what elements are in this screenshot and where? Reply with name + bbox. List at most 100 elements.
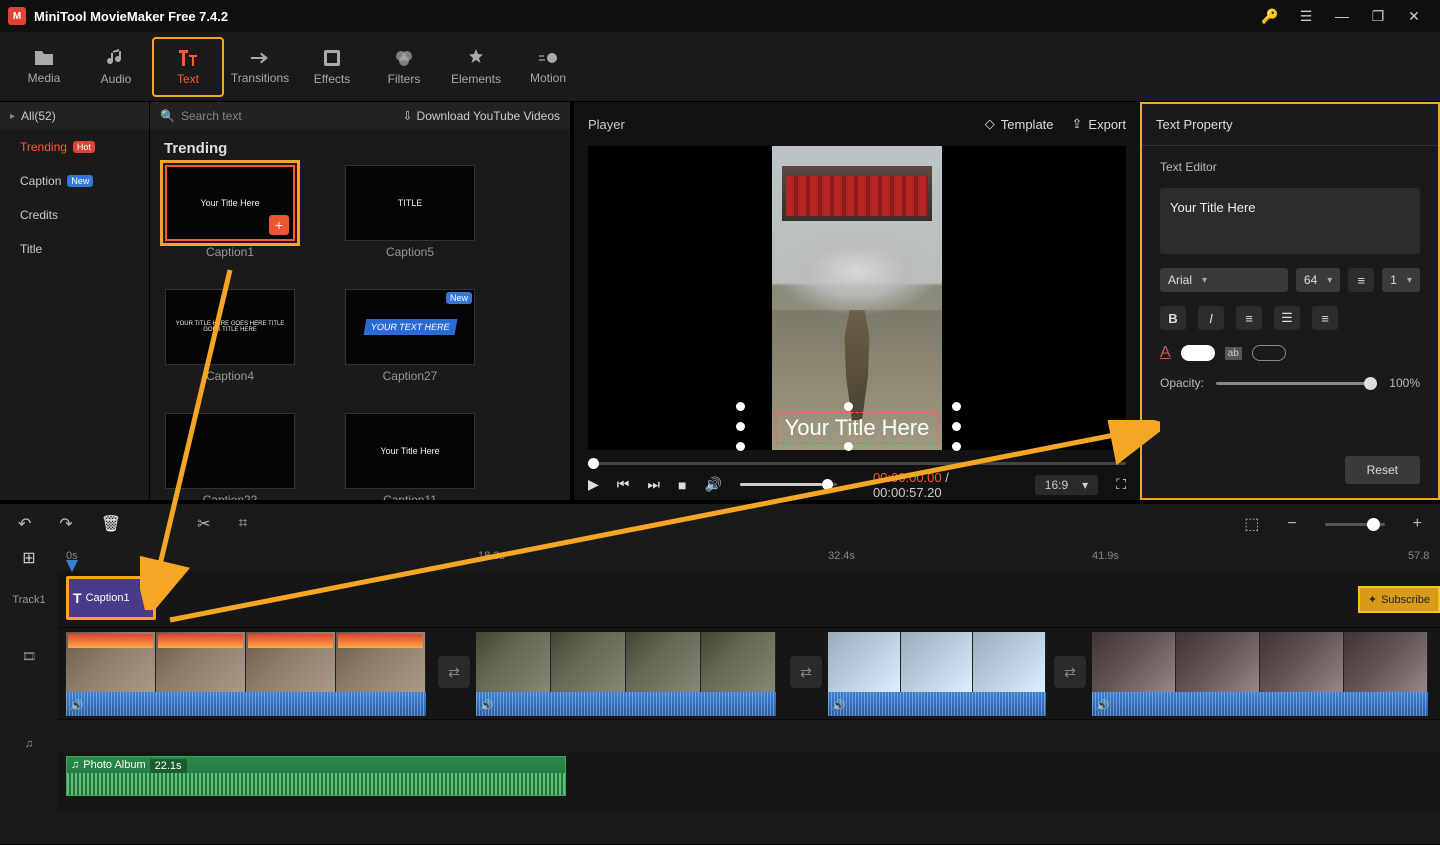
- opacity-value: 100%: [1389, 376, 1420, 390]
- category-caption[interactable]: CaptionNew: [0, 164, 149, 198]
- timeline-toolbar: ↶ ↷ 🗑 ✂ ⌗ ⬚ − +: [0, 500, 1440, 544]
- zoom-out-button[interactable]: −: [1287, 515, 1296, 533]
- split-button[interactable]: ✂: [197, 514, 210, 534]
- prev-frame-button[interactable]: ⏮: [617, 476, 630, 493]
- maximize-button[interactable]: ❐: [1360, 0, 1396, 32]
- search-input[interactable]: 🔍 Search text: [160, 109, 392, 123]
- redo-button[interactable]: ↷: [59, 514, 72, 534]
- video-clip[interactable]: 🔊: [828, 632, 1046, 716]
- audio-track[interactable]: ♫Photo Album 22.1s: [58, 752, 1440, 812]
- ruler-mark: 32.4s: [828, 550, 855, 562]
- category-credits[interactable]: Credits: [0, 198, 149, 232]
- align-center-button[interactable]: ☰: [1274, 306, 1300, 330]
- ruler-mark: 0s: [66, 550, 78, 562]
- minimize-button[interactable]: ―: [1324, 0, 1360, 32]
- text-overlay[interactable]: Your Title Here: [776, 412, 939, 444]
- tab-filters[interactable]: Filters: [368, 37, 440, 97]
- chevron-down-icon: ▾: [1082, 478, 1088, 492]
- video-track[interactable]: 🔊🔊🔊🔊⇄⇄⇄: [58, 628, 1440, 720]
- thumb-caption11[interactable]: Your Title HereCaption11: [340, 413, 480, 500]
- italic-button[interactable]: I: [1198, 306, 1224, 330]
- text-editor-label: Text Editor: [1160, 160, 1420, 174]
- fullscreen-button[interactable]: ⛶: [1116, 476, 1126, 493]
- ruler-mark: 18.3s: [478, 550, 505, 562]
- line-spacing-select[interactable]: 1: [1382, 268, 1420, 292]
- undo-button[interactable]: ↶: [18, 514, 31, 534]
- next-frame-button[interactable]: ⏭: [647, 476, 660, 493]
- category-all[interactable]: All(52): [0, 102, 149, 130]
- align-left-button[interactable]: ≡: [1236, 306, 1262, 330]
- download-youtube-link[interactable]: ⇩ Download YouTube Videos: [402, 109, 560, 123]
- thumb-caption5[interactable]: TITLECaption5: [340, 165, 480, 259]
- video-clip[interactable]: 🔊: [476, 632, 776, 716]
- app-logo: M: [8, 7, 26, 25]
- thumb-caption1[interactable]: Your Title Here+Caption1: [160, 165, 300, 259]
- export-button[interactable]: ⇪Export: [1072, 116, 1126, 132]
- aspect-ratio-select[interactable]: 16:9▾: [1035, 475, 1098, 495]
- template-button[interactable]: ◇Template: [985, 116, 1054, 132]
- snap-toggle[interactable]: ⬚: [1244, 514, 1259, 534]
- track1-label: Track1: [0, 572, 58, 628]
- tab-effects[interactable]: Effects: [296, 37, 368, 97]
- bold-button[interactable]: B: [1160, 306, 1186, 330]
- highlight-color-label: ab: [1225, 347, 1242, 360]
- thumb-caption27[interactable]: NewYOUR TEXT HERECaption27: [340, 289, 480, 383]
- opacity-slider[interactable]: [1216, 382, 1377, 385]
- category-title[interactable]: Title: [0, 232, 149, 266]
- add-icon[interactable]: +: [269, 215, 289, 235]
- audio-track-icon: ♫: [0, 716, 58, 772]
- preview-area[interactable]: Your Title Here: [588, 146, 1126, 450]
- tab-media[interactable]: Media: [8, 37, 80, 97]
- video-clip[interactable]: 🔊: [1092, 632, 1428, 716]
- volume-slider[interactable]: [740, 483, 837, 486]
- tab-motion[interactable]: Motion: [512, 37, 584, 97]
- add-track-button[interactable]: ⊞: [0, 544, 58, 572]
- titlebar: M MiniTool MovieMaker Free 7.4.2 🔑 ☰ ― ❐…: [0, 0, 1440, 32]
- font-select[interactable]: Arial: [1160, 268, 1288, 292]
- upgrade-key-icon[interactable]: 🔑: [1252, 0, 1288, 32]
- stop-button[interactable]: ■: [678, 477, 686, 493]
- volume-icon[interactable]: 🔊: [704, 476, 721, 493]
- thumb-caption4[interactable]: YOUR TITLE HERE GOES HERE TITLE GOES TIT…: [160, 289, 300, 383]
- zoom-slider[interactable]: [1325, 523, 1385, 526]
- export-icon: ⇪: [1072, 116, 1083, 132]
- seek-bar[interactable]: [588, 454, 1126, 469]
- category-trending[interactable]: TrendingHot: [0, 130, 149, 164]
- font-size-select[interactable]: 64: [1296, 268, 1340, 292]
- crop-button[interactable]: ⌗: [239, 515, 248, 533]
- highlight-color-picker[interactable]: [1252, 345, 1286, 361]
- play-button[interactable]: ▶: [588, 476, 599, 493]
- align-right-button[interactable]: ≡: [1312, 306, 1338, 330]
- ruler-mark: 41.9s: [1092, 550, 1119, 562]
- delete-button[interactable]: 🗑: [101, 514, 121, 534]
- video-clip[interactable]: 🔊: [66, 632, 426, 716]
- text-property-panel: Text Property Text Editor Arial 64 ≡ 1 B…: [1140, 102, 1440, 500]
- timeline: ⊞ Track1 🎞 ♫ 0s18.3s32.4s41.9s57.8 TCapt…: [0, 544, 1440, 844]
- audio-clip[interactable]: ♫Photo Album 22.1s: [66, 756, 566, 796]
- transition-slot[interactable]: ⇄: [438, 656, 470, 688]
- download-icon: ⇩: [402, 109, 412, 123]
- thumb-caption22[interactable]: Caption22: [160, 413, 300, 500]
- tab-text[interactable]: Text: [152, 37, 224, 97]
- player-label: Player: [588, 117, 625, 132]
- tab-transitions[interactable]: Transitions: [224, 37, 296, 97]
- tab-audio[interactable]: Audio: [80, 37, 152, 97]
- text-track[interactable]: TCaption1 ✦ Subscribe: [58, 572, 1440, 628]
- main-toolbar: Media Audio Text Transitions Effects Fil…: [0, 32, 1440, 102]
- line-spacing-icon: ≡: [1348, 268, 1374, 292]
- zoom-in-button[interactable]: +: [1413, 515, 1422, 533]
- menu-icon[interactable]: ☰: [1288, 0, 1324, 32]
- reset-button[interactable]: Reset: [1345, 456, 1420, 484]
- transition-slot[interactable]: ⇄: [790, 656, 822, 688]
- text-color-picker[interactable]: [1181, 345, 1215, 361]
- subscribe-button[interactable]: ✦ Subscribe: [1358, 586, 1440, 613]
- text-content-input[interactable]: [1160, 188, 1420, 254]
- timeline-ruler[interactable]: 0s18.3s32.4s41.9s57.8: [58, 544, 1440, 572]
- text-library: 🔍 Search text ⇩ Download YouTube Videos …: [150, 102, 570, 500]
- close-button[interactable]: ✕: [1396, 0, 1432, 32]
- caption-clip[interactable]: TCaption1: [66, 576, 156, 620]
- tab-elements[interactable]: Elements: [440, 37, 512, 97]
- player-panel: Player ◇Template ⇪Export Your Title Here…: [570, 102, 1140, 500]
- library-heading: Trending: [160, 140, 570, 157]
- transition-slot[interactable]: ⇄: [1054, 656, 1086, 688]
